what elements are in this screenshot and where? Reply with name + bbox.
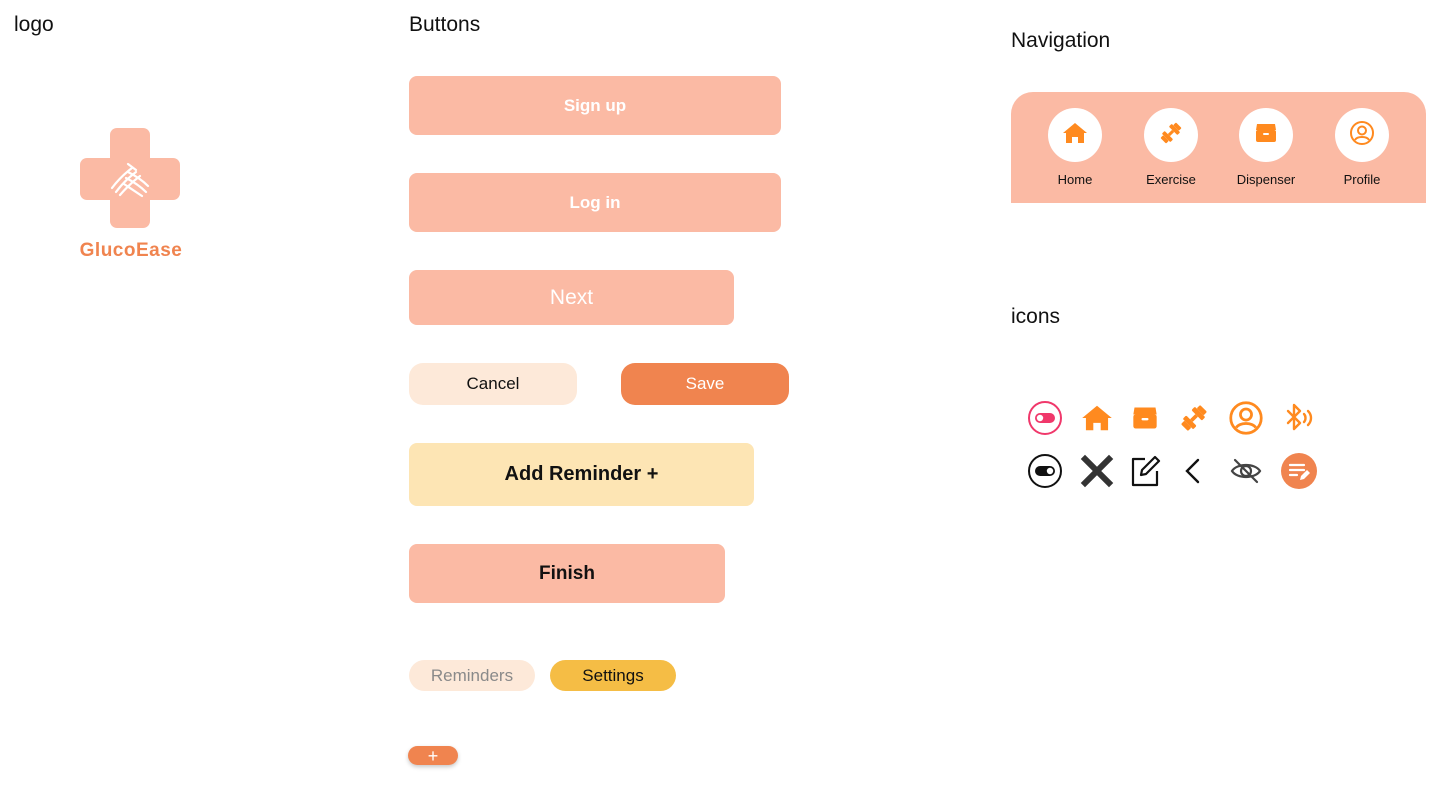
nav-item-exercise[interactable]: Exercise [1131,108,1211,198]
hands-cross-logo-icon [78,128,184,232]
finish-button[interactable]: Finish [409,544,725,603]
logo-name: GlucoEase [79,240,183,261]
nav-label-dispenser: Dispenser [1236,172,1296,187]
dumbbell-icon [1158,120,1184,151]
box-icon [1254,122,1278,149]
dumbbell-icon[interactable] [1175,399,1213,437]
add-button[interactable]: + [408,746,458,765]
glucoease-logo: GlucoEase [78,128,184,268]
add-reminder-button[interactable]: Add Reminder + [409,443,754,506]
nav-item-dispenser[interactable]: Dispenser [1226,108,1306,198]
bluetooth-icon[interactable] [1280,399,1318,437]
profile-icon [1349,120,1375,151]
nav-label-profile: Profile [1343,172,1381,187]
cancel-button[interactable]: Cancel [409,363,577,405]
profile-icon[interactable] [1227,399,1265,437]
nav-item-home[interactable]: Home [1035,108,1115,198]
close-icon[interactable] [1078,452,1116,490]
navigation-section-title: Navigation [1011,29,1111,52]
buttons-section-title: Buttons [409,13,481,36]
logo-section-title: logo [14,13,54,36]
edit-icon[interactable] [1126,452,1164,490]
nav-dispenser-circle [1239,108,1293,162]
eye-off-icon[interactable] [1227,452,1265,490]
settings-chip[interactable]: Settings [550,660,676,691]
signup-button[interactable]: Sign up [409,76,781,135]
next-button[interactable]: Next [409,270,734,325]
note-edit-icon[interactable] [1280,452,1318,490]
reminders-chip[interactable]: Reminders [409,660,535,691]
nav-exercise-circle [1144,108,1198,162]
bottom-navigation: Home Exercise Dispenser Profile [1011,92,1426,203]
login-button[interactable]: Log in [409,173,781,232]
toggle-on-icon[interactable] [1026,452,1064,490]
nav-label-exercise: Exercise [1146,172,1196,187]
nav-label-home: Home [1057,172,1093,187]
save-button[interactable]: Save [621,363,789,405]
box-icon[interactable] [1126,399,1164,437]
nav-profile-circle [1335,108,1389,162]
toggle-off-icon[interactable] [1026,399,1064,437]
nav-home-circle [1048,108,1102,162]
back-icon[interactable] [1175,452,1213,490]
nav-item-profile[interactable]: Profile [1322,108,1402,198]
home-icon [1062,121,1088,150]
icons-section-title: icons [1011,305,1061,328]
home-icon[interactable] [1078,399,1116,437]
